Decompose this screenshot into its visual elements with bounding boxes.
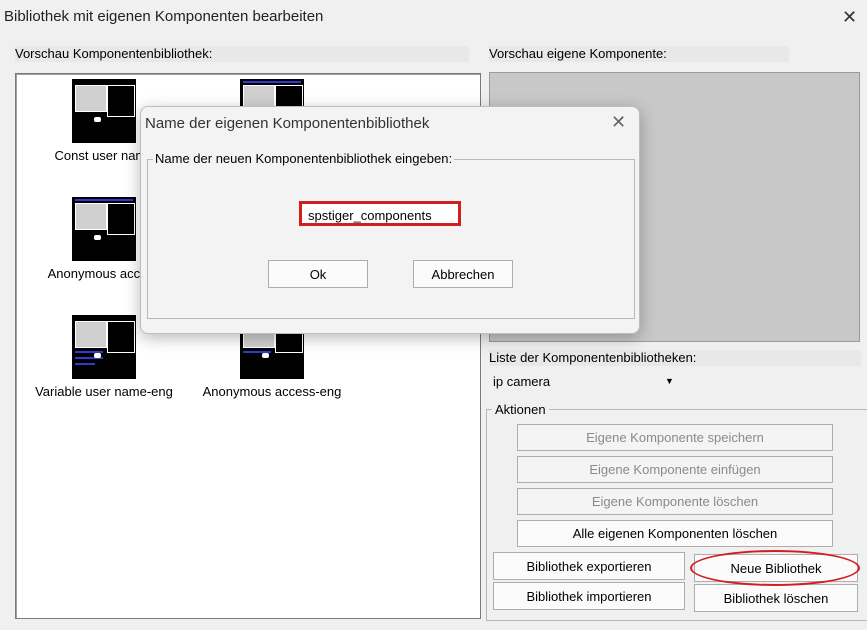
dialog-title: Name der eigenen Komponentenbibliothek — [145, 115, 430, 132]
dropdown-arrow-icon[interactable]: ▼ — [665, 376, 674, 386]
component-label[interactable]: Anonymous access-eng — [192, 384, 352, 399]
insert-component-button[interactable]: Eigene Komponente einfügen — [517, 456, 833, 483]
delete-library-button[interactable]: Bibliothek löschen — [694, 584, 858, 612]
import-library-button[interactable]: Bibliothek importieren — [493, 582, 685, 610]
name-group-label: Name der neuen Komponentenbibliothek ein… — [153, 151, 455, 166]
component-thumbnail[interactable] — [72, 315, 136, 379]
ok-button[interactable]: Ok — [268, 260, 368, 288]
component-label[interactable]: Variable user name-eng — [22, 384, 186, 399]
actions-group-title: Aktionen — [492, 402, 549, 417]
dialog-close-icon[interactable]: ✕ — [611, 113, 626, 131]
cancel-button[interactable]: Abbrechen — [413, 260, 513, 288]
library-list-label: Liste der Komponentenbibliotheken: — [489, 350, 861, 366]
name-group — [147, 159, 635, 319]
own-component-preview-label: Vorschau eigene Komponente: — [489, 46, 789, 62]
library-select-value: ip camera — [493, 374, 551, 389]
library-select[interactable]: ip camera ▼ — [489, 372, 677, 392]
save-component-button[interactable]: Eigene Komponente speichern — [517, 424, 833, 451]
new-library-button[interactable]: Neue Bibliothek — [694, 554, 858, 582]
new-library-dialog: Name der eigenen Komponentenbibliothek ✕… — [140, 106, 640, 334]
delete-component-button[interactable]: Eigene Komponente löschen — [517, 488, 833, 515]
library-name-input[interactable]: spstiger_components — [299, 201, 461, 226]
window-title: Bibliothek mit eigenen Komponenten bearb… — [4, 8, 324, 25]
export-library-button[interactable]: Bibliothek exportieren — [493, 552, 685, 580]
window-close-icon[interactable]: ✕ — [842, 8, 857, 26]
delete-all-components-button[interactable]: Alle eigenen Komponenten löschen — [517, 520, 833, 547]
component-thumbnail[interactable] — [72, 197, 136, 261]
component-thumbnail[interactable] — [72, 79, 136, 143]
library-preview-label: Vorschau Komponentenbibliothek: — [15, 46, 469, 62]
